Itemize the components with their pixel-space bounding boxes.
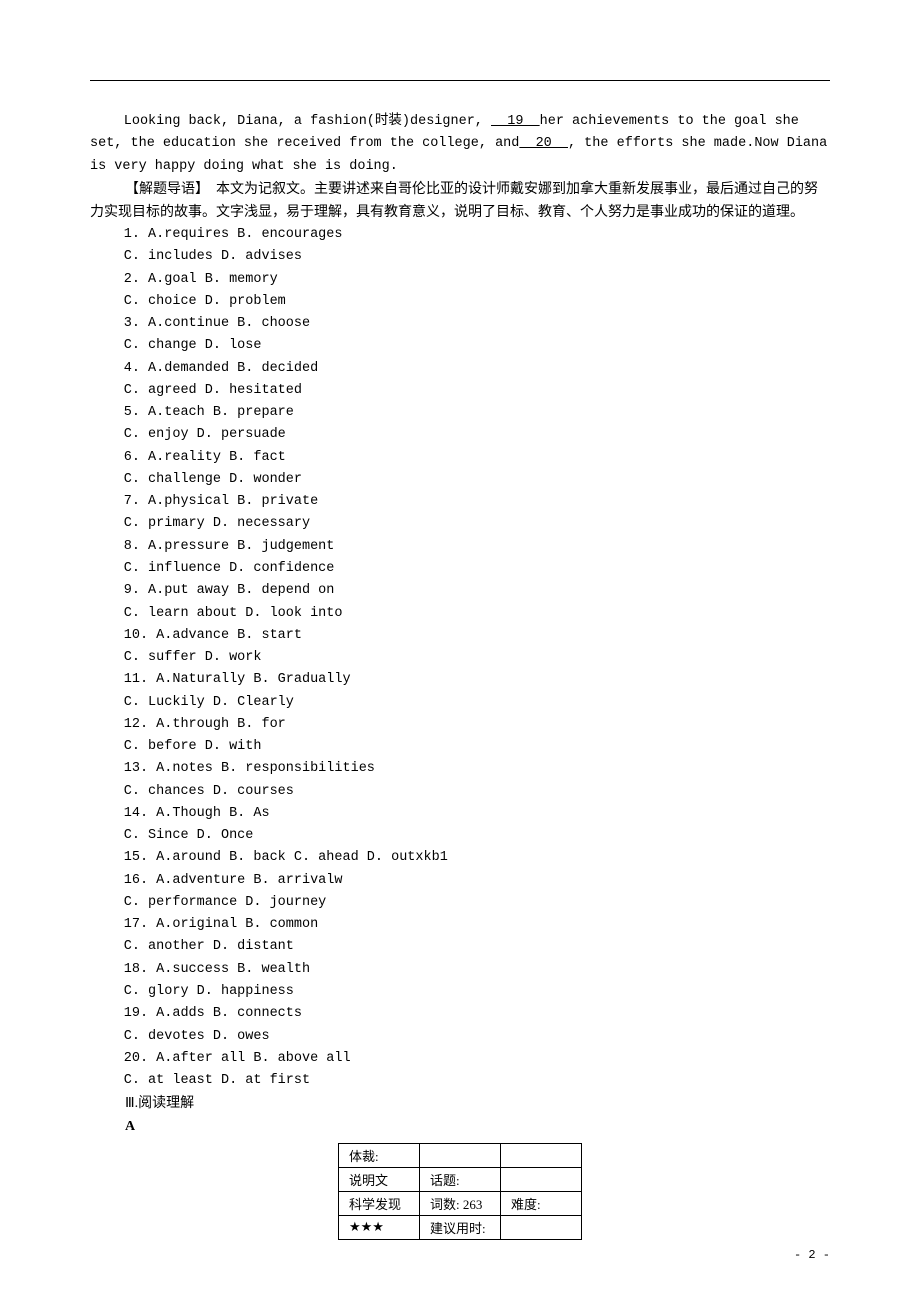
option-line: 6. A.reality B. fact — [90, 447, 830, 469]
option-line: 20. A.after all B. above all — [90, 1048, 830, 1070]
cloze-options: 1. A.requires B. encourages C. includes … — [90, 224, 830, 1092]
option-line: 18. A.success B. wealth — [90, 959, 830, 981]
page-top-rule — [90, 80, 830, 81]
option-line: 4. A.demanded B. decided — [90, 358, 830, 380]
option-line: C. another D. distant — [90, 936, 830, 958]
option-line: 7. A.physical B. private — [90, 491, 830, 513]
option-line: C. choice D. problem — [90, 291, 830, 313]
passage-text-prefix: Looking back, Diana, a fashion(时装)design… — [124, 114, 491, 129]
table-row: 体裁: — [339, 1143, 582, 1167]
table-cell-wordcount: 词数: 263 — [420, 1191, 501, 1215]
table-cell — [501, 1215, 582, 1239]
option-line: C. primary D. necessary — [90, 513, 830, 535]
table-cell-difficulty-stars: ★★★ — [339, 1215, 420, 1239]
guide-label: 【解题导语】 — [125, 182, 202, 197]
option-line: 1. A.requires B. encourages — [90, 224, 830, 246]
table-cell-time-label: 建议用时: — [420, 1215, 501, 1239]
option-line: C. at least D. at first — [90, 1070, 830, 1092]
option-line: C. agreed D. hesitated — [90, 380, 830, 402]
section-a-heading: A — [90, 1115, 830, 1138]
option-line: C. change D. lose — [90, 335, 830, 357]
option-line: C. before D. with — [90, 736, 830, 758]
option-line: 2. A.goal B. memory — [90, 269, 830, 291]
table-cell — [501, 1167, 582, 1191]
option-line: C. enjoy D. persuade — [90, 424, 830, 446]
passage-info-table: 体裁: 说明文 话题: 科学发现 词数: 263 难度: ★★★ 建议用时: — [338, 1143, 582, 1240]
passage-paragraph: Looking back, Diana, a fashion(时装)design… — [90, 111, 830, 178]
guide-paragraph: 【解题导语】 本文为记叙文。主要讲述来自哥伦比亚的设计师戴安娜到加拿大重新发展事… — [90, 178, 830, 224]
option-line: 5. A.teach B. prepare — [90, 402, 830, 424]
option-line: 13. A.notes B. responsibilities — [90, 758, 830, 780]
table-cell-genre-value: 说明文 — [339, 1167, 420, 1191]
option-line: C. learn about D. look into — [90, 603, 830, 625]
option-line: 17. A.original B. common — [90, 914, 830, 936]
section-3-heading: Ⅲ.阅读理解 — [90, 1092, 830, 1115]
table-cell-genre-label: 体裁: — [339, 1143, 420, 1167]
table-cell-topic-value: 科学发现 — [339, 1191, 420, 1215]
table-row: ★★★ 建议用时: — [339, 1215, 582, 1239]
option-line: C. influence D. confidence — [90, 558, 830, 580]
option-line: 19. A.adds B. connects — [90, 1003, 830, 1025]
option-line: C. Since D. Once — [90, 825, 830, 847]
option-line: C. Luckily D. Clearly — [90, 692, 830, 714]
table-cell-topic-label: 话题: — [420, 1167, 501, 1191]
option-line: C. devotes D. owes — [90, 1026, 830, 1048]
page-number: - 2 - — [794, 1248, 830, 1262]
option-line: 3. A.continue B. choose — [90, 313, 830, 335]
option-line: C. includes D. advises — [90, 246, 830, 268]
table-row: 说明文 话题: — [339, 1167, 582, 1191]
option-line: 16. A.adventure B. arrivalw — [90, 870, 830, 892]
table-cell — [501, 1143, 582, 1167]
table-row: 科学发现 词数: 263 难度: — [339, 1191, 582, 1215]
document-page: Looking back, Diana, a fashion(时装)design… — [0, 0, 920, 1302]
blank-20: 20 — [519, 136, 568, 151]
table-cell — [420, 1143, 501, 1167]
option-line: 12. A.through B. for — [90, 714, 830, 736]
option-line: 9. A.put away B. depend on — [90, 580, 830, 602]
option-line: 14. A.Though B. As — [90, 803, 830, 825]
option-line: C. performance D. journey — [90, 892, 830, 914]
option-line: C. chances D. courses — [90, 781, 830, 803]
option-line: C. challenge D. wonder — [90, 469, 830, 491]
option-line: 15. A.around B. back C. ahead D. outxkb1 — [90, 847, 830, 869]
blank-19: 19 — [491, 114, 540, 129]
option-line: 10. A.advance B. start — [90, 625, 830, 647]
option-line: 11. A.Naturally B. Gradually — [90, 669, 830, 691]
option-line: C. glory D. happiness — [90, 981, 830, 1003]
option-line: C. suffer D. work — [90, 647, 830, 669]
table-cell-difficulty-label: 难度: — [501, 1191, 582, 1215]
option-line: 8. A.pressure B. judgement — [90, 536, 830, 558]
